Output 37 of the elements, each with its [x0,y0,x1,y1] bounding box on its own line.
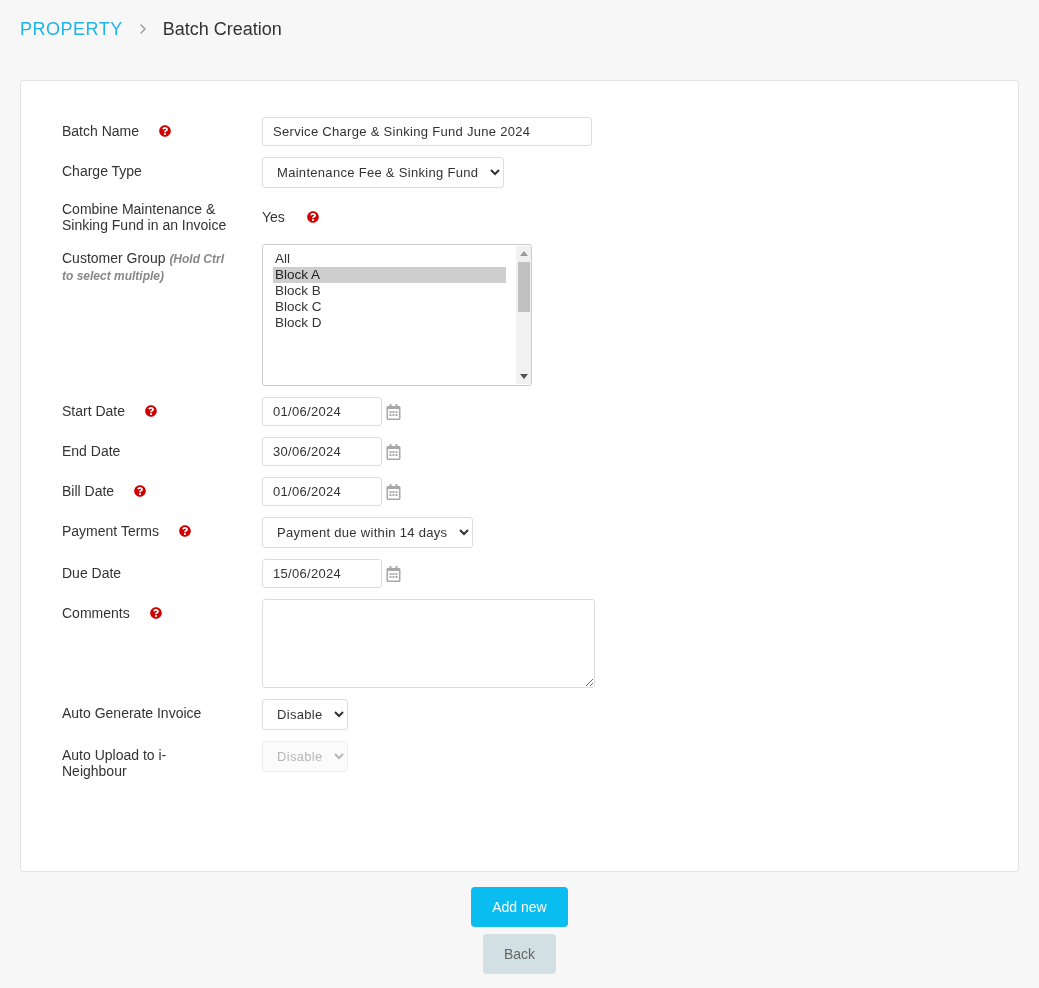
help-icon[interactable] [149,607,162,619]
customer-group-listbox[interactable]: All Block A Block B Block C Block D [262,244,532,386]
field-label: Bill Date [62,483,115,499]
field-label: End Date [62,443,121,459]
list-option[interactable]: All [273,251,506,267]
field-label: Comments [62,605,130,621]
date-field[interactable]: 15/06/2024 [262,559,382,588]
dropdown[interactable]: Maintenance Fee & Sinking Fund [262,157,504,188]
batch-name-field[interactable]: Service Charge & Sinking Fund June 2024 [262,117,592,146]
field-label: Start Date [62,403,126,419]
field-label: Batch Name [62,123,140,139]
field-label: Combine Maintenance & Sinking Fund in an Invoice [62,201,228,233]
value-text: Yes [262,209,285,225]
list-option[interactable]: Block C [273,299,506,315]
help-icon[interactable] [134,485,147,497]
comments-field[interactable] [262,599,595,688]
list-option[interactable]: Block B [273,283,506,299]
help-icon[interactable] [306,211,319,223]
help-icon[interactable] [159,125,172,137]
list-option[interactable]: Block A [273,267,506,283]
field-label: Charge Type [62,163,142,179]
field-label: Auto Generate Invoice [62,705,202,721]
field-label: Auto Upload to i-Neighbour [62,747,168,779]
date-field[interactable]: 30/06/2024 [262,437,382,466]
date-field[interactable]: 01/06/2024 [262,477,382,506]
field-label: Customer Group (Hold Ctrl to select multiple) [62,250,226,284]
help-icon[interactable] [179,525,191,537]
page-title: Batch Creation [162,18,282,40]
field-label: Payment Terms [62,523,159,539]
back-button[interactable]: Back [483,934,556,974]
field-label: Due Date [62,565,122,581]
scrollbar[interactable] [516,246,531,384]
date-field[interactable]: 01/06/2024 [262,397,382,426]
dropdown[interactable]: Payment due within 14 days [262,517,473,548]
help-icon[interactable] [145,405,158,417]
dropdown[interactable]: Disable [262,699,348,730]
list-option[interactable]: Block D [273,315,506,331]
